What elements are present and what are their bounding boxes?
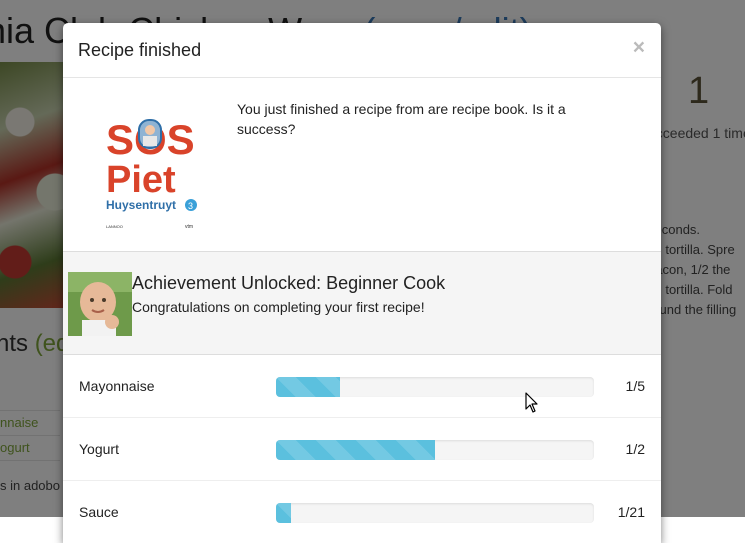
close-button[interactable]: × bbox=[633, 36, 645, 60]
achievement-image bbox=[68, 272, 132, 336]
ingredient-progress bbox=[276, 503, 594, 523]
mouse-cursor-icon bbox=[525, 392, 538, 413]
recipe-message: You just finished a recipe from are reci… bbox=[237, 101, 566, 137]
achievement-panel: Achievement Unlocked: Beginner Cook Cong… bbox=[63, 252, 661, 355]
ingredient-name: Mayonnaise bbox=[79, 378, 155, 394]
ingredient-count: 1/21 bbox=[617, 504, 645, 520]
ingredient-row: Mayonnaise 1/5 bbox=[63, 355, 661, 418]
achievement-text: Congratulations on completing your first… bbox=[132, 299, 425, 315]
ingredient-count: 1/2 bbox=[625, 441, 645, 457]
cover-title-line2: Piet bbox=[106, 159, 176, 201]
ingredient-progress-fill bbox=[276, 377, 340, 397]
cookbook-cover: SOS Piet Huysentruyt 3 LANNOO vtm bbox=[101, 110, 197, 232]
recipe-section: SOS Piet Huysentruyt 3 LANNOO vtm You ju… bbox=[63, 78, 661, 252]
ingredient-progress bbox=[276, 440, 594, 460]
cover-broadcaster: vtm bbox=[185, 224, 193, 230]
cover-author: Huysentruyt bbox=[106, 198, 176, 212]
cover-publisher: LANNOO bbox=[106, 224, 123, 229]
ingredient-count: 1/5 bbox=[625, 378, 645, 394]
ingredient-name: Sauce bbox=[79, 504, 119, 520]
ingredient-progress-fill bbox=[276, 503, 292, 523]
ingredient-row: Yogurt 1/2 bbox=[63, 418, 661, 481]
cover-volume: 3 bbox=[188, 201, 193, 211]
modal-header: Recipe finished × bbox=[63, 23, 661, 78]
ingredient-progress-fill bbox=[276, 440, 435, 460]
modal-title: Recipe finished bbox=[78, 40, 202, 60]
ingredient-progress bbox=[276, 377, 594, 397]
ingredient-row: Sauce 1/21 bbox=[63, 481, 661, 543]
recipe-finished-modal: Recipe finished × SOS Piet Huysentruyt 3… bbox=[63, 23, 661, 543]
achievement-title: Achievement Unlocked: Beginner Cook bbox=[132, 273, 446, 293]
ingredient-name: Yogurt bbox=[79, 441, 119, 457]
